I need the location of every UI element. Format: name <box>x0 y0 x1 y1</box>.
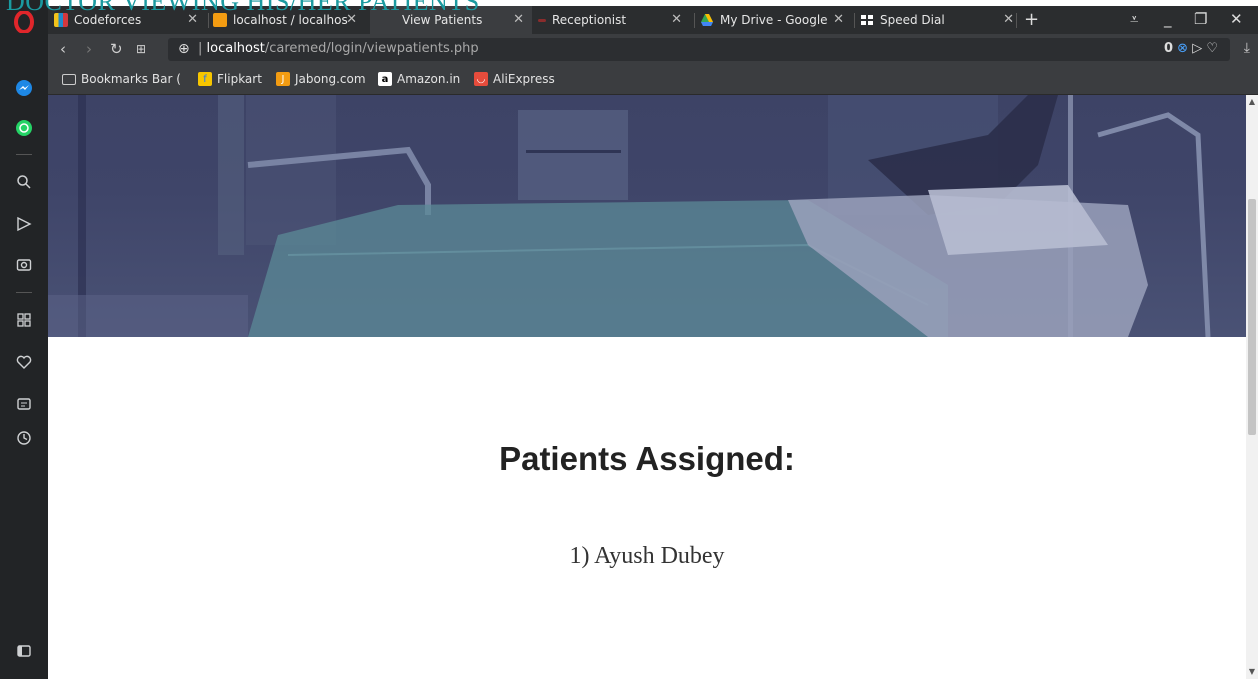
opera-sidebar <box>0 0 48 679</box>
speed-dial-icon[interactable] <box>12 308 36 332</box>
url-host: localhost <box>206 41 265 56</box>
bookmark-flipkart[interactable]: f Flipkart <box>198 72 262 86</box>
scroll-down-icon[interactable]: ▼ <box>1248 667 1256 676</box>
news-icon[interactable] <box>12 392 36 416</box>
adblock-count: 0 <box>1163 41 1174 56</box>
bookmark-aliexpress[interactable]: ◡ AliExpress <box>474 72 555 86</box>
tab-google-drive[interactable]: My Drive - Google ✕ <box>700 6 852 34</box>
minimize-button[interactable]: _ <box>1164 10 1172 28</box>
bookmark-label: AliExpress <box>493 72 555 86</box>
patient-list-item: 1) Ayush Dubey <box>569 543 725 569</box>
back-icon[interactable]: ‹ <box>60 40 66 58</box>
download-icon[interactable]: ⤓ <box>1244 40 1250 56</box>
restore-button[interactable]: ❐ <box>1194 10 1207 28</box>
flipkart-icon: f <box>198 72 212 86</box>
url-path: /caremed/login/viewpatients.php <box>264 41 479 56</box>
snapshot-icon[interactable] <box>12 252 36 276</box>
hero-image <box>48 95 1246 338</box>
whatsapp-icon[interactable] <box>12 116 36 140</box>
url-field[interactable]: ⊕ | localhost/caremed/login/viewpatients… <box>168 38 1230 61</box>
folder-icon <box>62 73 76 85</box>
close-window-button[interactable]: ✕ <box>1230 10 1243 28</box>
close-icon[interactable]: ✕ <box>1003 12 1014 27</box>
bookmark-label: Amazon.in <box>397 72 461 86</box>
close-icon[interactable]: ✕ <box>671 12 682 27</box>
close-icon[interactable]: ✕ <box>833 12 844 27</box>
bookmark-amazon[interactable]: a Amazon.in <box>378 72 460 86</box>
amazon-icon: a <box>378 72 392 86</box>
aliexpress-icon: ◡ <box>474 72 488 86</box>
messenger-icon[interactable] <box>12 76 36 100</box>
bookmarks-bar: Bookmarks Bar ( f Flipkart J Jabong.com … <box>48 66 1258 95</box>
search-icon[interactable] <box>12 170 36 194</box>
history-icon[interactable] <box>12 426 36 450</box>
tab-speed-dial[interactable]: Speed Dial ✕ <box>860 6 1022 34</box>
bookmark-heart-icon[interactable]: ♡ <box>1206 41 1218 56</box>
reload-icon[interactable]: ↻ <box>110 40 123 58</box>
url-text: | localhost/caremed/login/viewpatients.p… <box>198 41 479 56</box>
tab-title: My Drive - Google <box>720 13 828 27</box>
speed-dial-grid-icon[interactable]: ⊞ <box>136 42 146 56</box>
send-icon[interactable] <box>12 212 36 236</box>
tab-receptionist[interactable]: Receptionist ✕ <box>538 6 690 34</box>
tab-title: Speed Dial <box>880 13 945 27</box>
speed-dial-icon <box>860 13 874 27</box>
sidebar-toggle-icon[interactable] <box>12 639 36 663</box>
forward-icon[interactable]: › <box>86 40 92 58</box>
tab-title: Receptionist <box>552 13 627 27</box>
google-drive-icon <box>700 13 714 27</box>
page-heading: Patients Assigned: <box>499 440 795 477</box>
bookmark-label: Jabong.com <box>295 72 366 86</box>
page-caption: DOCTOR VIEWING HIS/HER PATIENTS <box>6 0 480 16</box>
globe-icon: ⊕ <box>178 41 190 57</box>
bookmark-folder[interactable]: Bookmarks Bar ( <box>62 72 181 86</box>
send-icon[interactable]: ▷ <box>1192 41 1202 56</box>
hospital-bed-image <box>48 95 1211 338</box>
scroll-up-icon[interactable]: ▲ <box>1248 97 1256 106</box>
close-icon[interactable]: ✕ <box>513 12 524 27</box>
url-actions: 0 ⊗ ▷ ♡ <box>1164 41 1218 56</box>
new-tab-button[interactable]: + <box>1024 9 1039 30</box>
bookmark-label: Bookmarks Bar ( <box>81 72 181 86</box>
page-scrollbar[interactable]: ▲ ▼ <box>1246 95 1258 679</box>
heart-icon[interactable] <box>12 350 36 374</box>
bookmark-jabong[interactable]: J Jabong.com <box>276 72 366 86</box>
scroll-thumb[interactable] <box>1248 199 1256 435</box>
bookmark-label: Flipkart <box>217 72 262 86</box>
site-favicon-icon <box>538 18 546 22</box>
adblock-icon[interactable]: ⊗ <box>1177 41 1188 56</box>
address-bar-row: ‹ › ↻ ⊞ ⊕ | localhost/caremed/login/view… <box>48 34 1258 66</box>
tab-menu-icon[interactable]: ⩡ <box>1130 10 1138 28</box>
jabong-icon: J <box>276 72 290 86</box>
page-content: Patients Assigned: 1) Ayush Dubey <box>48 95 1246 679</box>
